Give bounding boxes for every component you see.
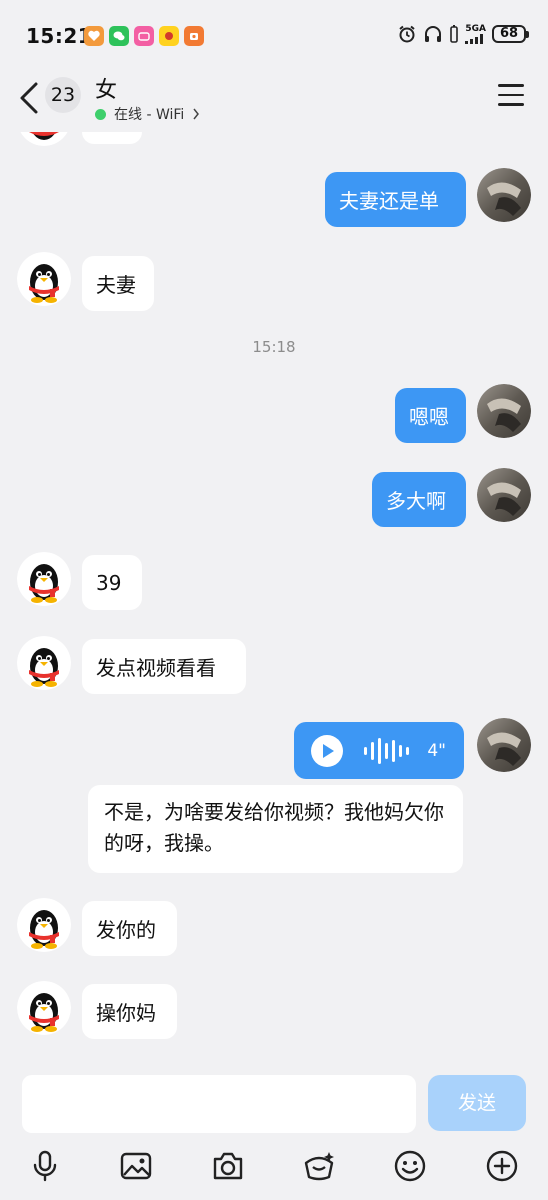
presence-text: 在线 - WiFi	[114, 107, 185, 123]
battery-saver-icon	[450, 25, 459, 43]
chat-header: 23 女 在线 - WiFi	[0, 72, 548, 132]
heart-app-icon	[84, 26, 104, 46]
outgoing-message[interactable]: 夫妻还是单	[325, 172, 466, 227]
alarm-icon	[399, 25, 416, 43]
incoming-message[interactable]: 发点视频看看	[82, 639, 246, 694]
my-avatar[interactable]	[477, 168, 531, 222]
outgoing-message[interactable]: 多大啊	[372, 472, 466, 527]
microphone-icon[interactable]	[28, 1149, 62, 1183]
contact-avatar[interactable]	[17, 981, 71, 1035]
status-bar: 15:21 5GA 68	[0, 0, 548, 72]
presence-status[interactable]: 在线 - WiFi	[95, 104, 200, 124]
battery-level: 68	[492, 25, 529, 43]
incoming-message[interactable]: 夫妻	[82, 256, 154, 311]
my-avatar[interactable]	[477, 718, 531, 772]
camera-icon[interactable]	[211, 1149, 245, 1183]
incoming-message[interactable]: 39	[82, 555, 142, 610]
red-packet-icon[interactable]	[302, 1149, 336, 1183]
contact-avatar[interactable]	[17, 898, 71, 952]
message-timestamp: 15:18	[252, 338, 296, 356]
signal-bars-icon	[465, 33, 484, 44]
incoming-message[interactable]: 发你的	[82, 901, 177, 956]
play-icon[interactable]	[310, 734, 344, 768]
image-icon[interactable]	[119, 1149, 153, 1183]
voice-duration: 4"	[427, 740, 446, 761]
voice-transcript[interactable]: 不是，为啥要发给你视频？我他妈欠你的呀，我操。	[88, 785, 463, 873]
bilibili-app-icon	[134, 26, 154, 46]
my-avatar[interactable]	[477, 384, 531, 438]
network-type: 5GA	[465, 23, 486, 34]
incoming-message[interactable]: 操你妈	[82, 984, 177, 1039]
menu-button[interactable]	[498, 84, 524, 106]
headphones-icon	[425, 26, 442, 42]
plus-icon[interactable]	[485, 1149, 519, 1183]
outgoing-message[interactable]: 嗯嗯	[395, 388, 466, 443]
contact-avatar[interactable]	[17, 552, 71, 606]
message-input[interactable]	[22, 1075, 416, 1133]
my-avatar[interactable]	[477, 468, 531, 522]
voice-message[interactable]: 4"	[294, 722, 464, 779]
contact-avatar[interactable]	[17, 132, 71, 146]
contact-name[interactable]: 女	[95, 72, 117, 104]
notification-icons	[84, 26, 204, 46]
back-arrow-icon[interactable]	[16, 80, 40, 116]
yellow-app-icon	[159, 26, 179, 46]
chevron-right-icon	[193, 108, 200, 120]
message-bubble-partial[interactable]	[82, 132, 142, 144]
emoji-icon[interactable]	[393, 1149, 427, 1183]
online-dot-icon	[95, 108, 106, 120]
status-time: 15:21	[26, 24, 93, 48]
contact-avatar[interactable]	[17, 252, 71, 306]
message-list[interactable]: 夫妻还是单 夫妻 15:18 嗯嗯 多大啊 39 发点视频看看 4" 不是，为啥…	[0, 132, 548, 1067]
unread-count-badge[interactable]: 23	[45, 77, 81, 113]
orange-app-icon	[184, 26, 204, 46]
send-button[interactable]: 发送	[428, 1075, 526, 1131]
wechat-app-icon	[109, 26, 129, 46]
waveform-icon	[363, 737, 409, 764]
contact-avatar[interactable]	[17, 636, 71, 690]
status-indicators: 5GA 68	[397, 23, 529, 44]
cellular-indicator: 5GA	[465, 23, 486, 44]
composer: 发送	[0, 1067, 548, 1200]
composer-toolbar	[0, 1149, 548, 1185]
